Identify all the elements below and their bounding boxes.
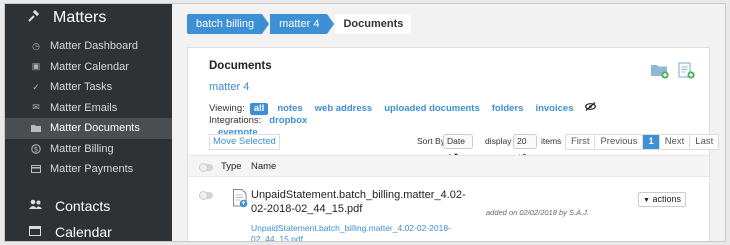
new-document-icon[interactable] (677, 62, 695, 79)
display-count-value: 20 (517, 136, 527, 146)
sidebar-section-contacts[interactable]: Contacts (5, 194, 172, 218)
sidebar-item-matter-tasks[interactable]: ✓ Matter Tasks (5, 77, 172, 98)
sidebar-item-label: Matter Documents (50, 122, 140, 135)
display-label: display (485, 136, 512, 146)
calendar-icon: ▣ (31, 61, 41, 72)
people-icon (29, 199, 43, 213)
folder-icon (31, 123, 41, 133)
actions-label: actions (652, 194, 681, 204)
display-count-select[interactable]: 20 ▲▼ (513, 134, 537, 159)
filter-notes[interactable]: notes (277, 103, 302, 114)
svg-text:$: $ (34, 145, 38, 153)
filter-all[interactable]: all (249, 103, 269, 115)
pagination: First Previous 1 Next Last (565, 134, 720, 150)
sidebar-item-label: Matter Dashboard (50, 40, 139, 53)
sort-by-select[interactable]: Date ▲▼ (443, 134, 473, 159)
sidebar-item-matter-dashboard[interactable]: ◷ Matter Dashboard (5, 36, 172, 57)
table-row: UnpaidStatement.batch_billing.matter_4.0… (188, 179, 709, 241)
sidebar: Matters ◷ Matter Dashboard ▣ Matter Cale… (5, 4, 172, 241)
integration-dropbox[interactable]: dropbox (269, 115, 307, 126)
documents-toolbar: Move Selected Sort By Date ▲▼ display 20… (209, 134, 720, 159)
viewing-label: Viewing: (209, 103, 245, 114)
row-select-toggle[interactable] (199, 191, 213, 200)
checkmark-icon: ✓ (32, 81, 40, 92)
sidebar-item-label: Matter Tasks (50, 81, 113, 94)
sort-by-value: Date (447, 136, 465, 146)
sidebar-item-matter-payments[interactable]: Matter Payments (5, 159, 172, 180)
filter-web-address[interactable]: web address (315, 103, 373, 114)
filter-invoices[interactable]: invoices (535, 103, 573, 114)
sidebar-header-label: Matters (53, 9, 107, 26)
documents-panel: Documents matter 4 Viewing: all notes web a… (187, 47, 720, 241)
calendar-icon (29, 225, 43, 239)
actions-dropdown[interactable]: ▼ actions (638, 192, 686, 207)
page-title: Documents (209, 60, 272, 72)
column-name: Name (251, 161, 277, 172)
breadcrumb-current: Documents (335, 14, 412, 34)
matter-link[interactable]: matter 4 (209, 81, 249, 93)
sidebar-item-label: Matter Emails (50, 101, 118, 114)
credit-card-icon (31, 164, 41, 174)
breadcrumb-matter[interactable]: matter 4 (270, 14, 335, 34)
file-name: UnpaidStatement.batch_billing.matter_4.0… (251, 189, 466, 215)
panel-actions (651, 62, 695, 79)
table-header: Type Name (188, 155, 709, 177)
page-last-button[interactable]: Last (690, 135, 719, 149)
filter-uploaded-documents[interactable]: uploaded documents (384, 103, 480, 114)
caret-down-icon: ▼ (643, 197, 650, 204)
dollar-icon: $ (31, 144, 41, 154)
sort-by-label: Sort By (417, 136, 445, 146)
page-number-button[interactable]: 1 (643, 135, 660, 149)
page-next-button[interactable]: Next (659, 135, 691, 149)
sidebar-item-label: Matter Billing (50, 142, 114, 155)
sidebar-item-matter-billing[interactable]: $ Matter Billing (5, 139, 172, 160)
sidebar-item-label: Matter Calendar (50, 60, 129, 73)
file-link[interactable]: UnpaidStatement.batch_billing.matter_4.0… (251, 223, 473, 241)
items-label: items (541, 136, 562, 146)
app-window: Matters ◷ Matter Dashboard ▣ Matter Cale… (4, 3, 726, 242)
sidebar-item-matter-documents[interactable]: Matter Documents (5, 118, 172, 139)
page-previous-button[interactable]: Previous (595, 135, 644, 149)
sidebar-section-calendar[interactable]: Calendar (5, 220, 172, 241)
sidebar-section-label: Contacts (55, 198, 111, 214)
clock-icon: ◷ (32, 40, 40, 51)
page-first-button[interactable]: First (566, 135, 596, 149)
filter-folders[interactable]: folders (492, 103, 524, 114)
sidebar-item-matter-calendar[interactable]: ▣ Matter Calendar (5, 57, 172, 78)
sidebar-item-label: Matter Payments (50, 163, 134, 176)
breadcrumb-batch-billing[interactable]: batch billing (187, 14, 270, 34)
pdf-file-icon (233, 189, 248, 208)
column-type: Type (221, 161, 242, 172)
move-selected-button[interactable]: Move Selected (209, 134, 280, 150)
sidebar-header[interactable]: Matters (5, 4, 172, 32)
main-content: batch billing matter 4 Documents Documen… (172, 4, 725, 241)
sidebar-item-matter-emails[interactable]: ✉ Matter Emails (5, 98, 172, 119)
sidebar-section-label: Calendar (55, 224, 112, 240)
integrations-label: Integrations: (209, 115, 262, 126)
envelope-icon: ✉ (32, 102, 40, 113)
new-folder-icon[interactable] (651, 62, 669, 79)
breadcrumb: batch billing matter 4 Documents (187, 14, 412, 34)
eye-slash-icon (585, 102, 597, 115)
select-all-toggle[interactable] (199, 163, 213, 172)
gavel-icon (27, 9, 41, 27)
sidebar-menu: ◷ Matter Dashboard ▣ Matter Calendar ✓ M… (5, 36, 172, 180)
added-info: added on 02/02/2018 by S.A.J. (486, 208, 589, 217)
